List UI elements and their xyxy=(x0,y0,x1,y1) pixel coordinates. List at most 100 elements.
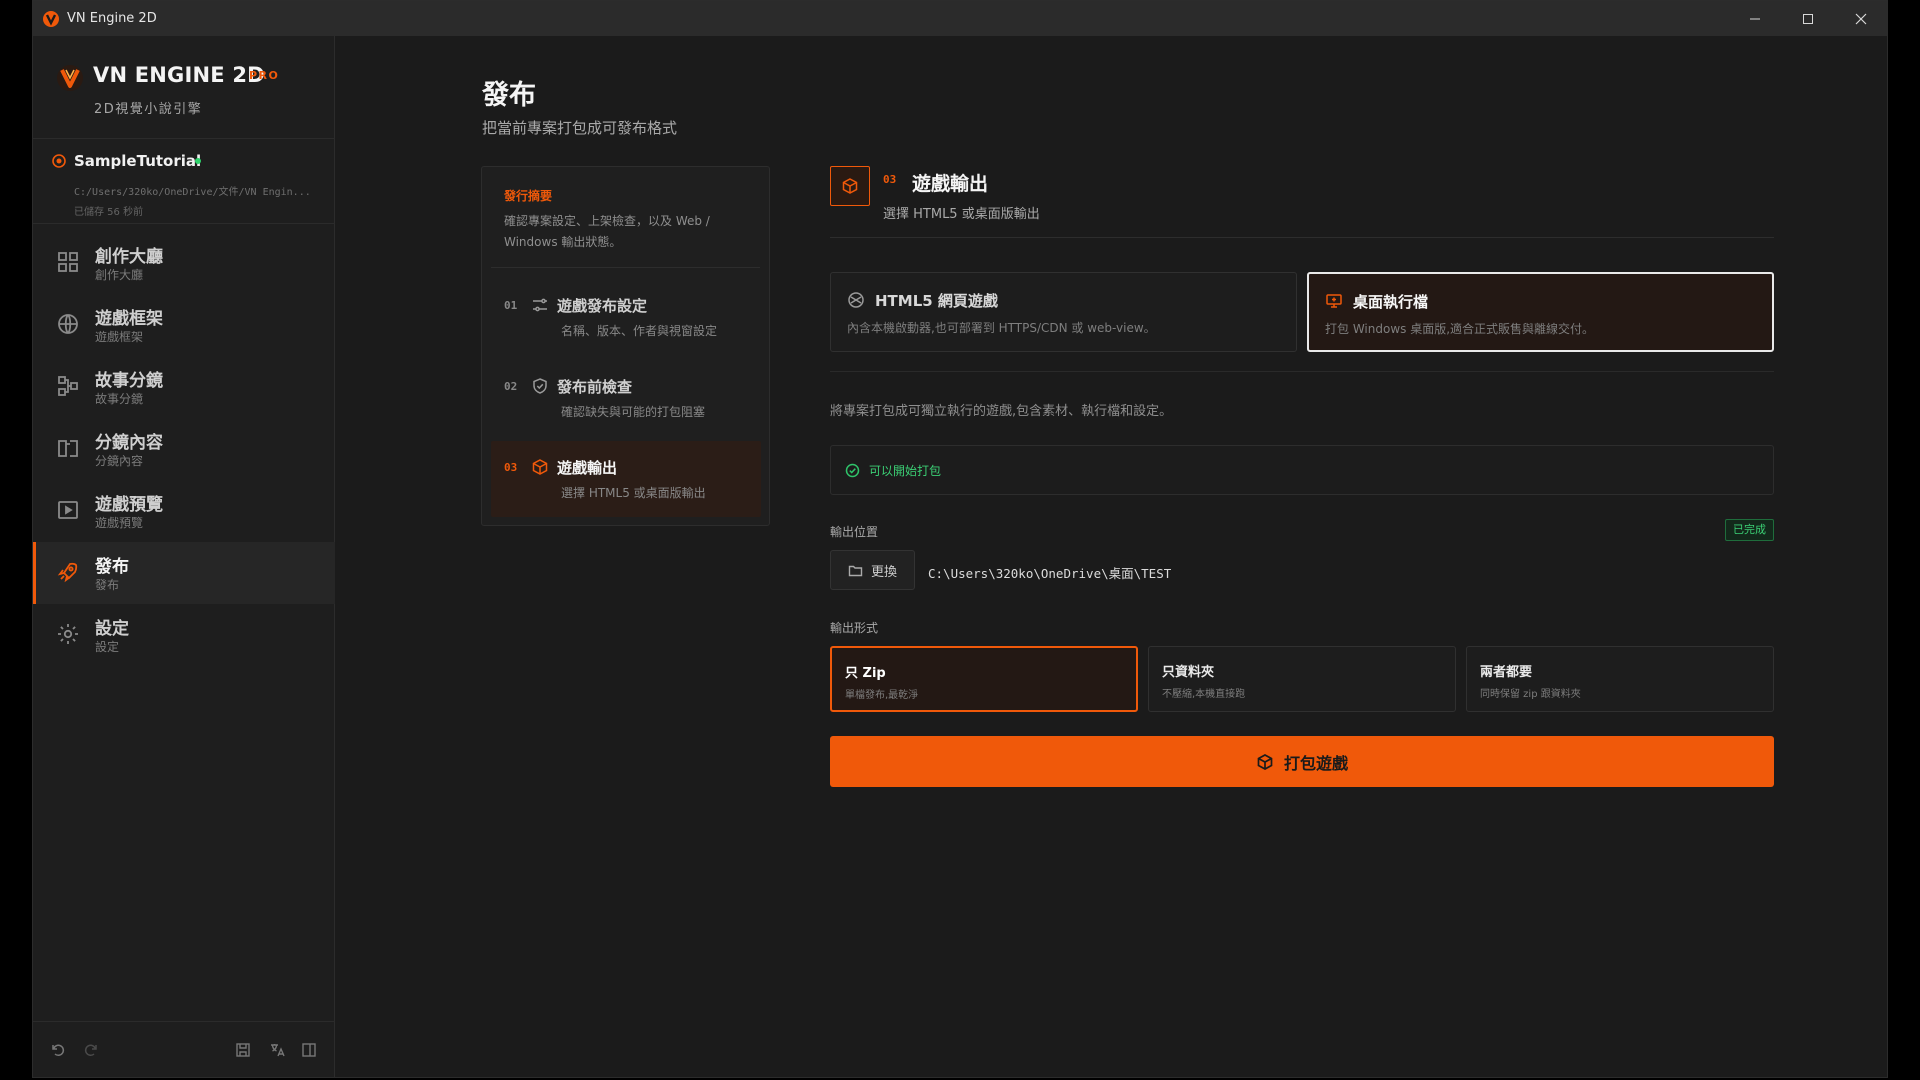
step-title: 遊戲發布設定 xyxy=(557,297,648,315)
step-number: 02 xyxy=(504,380,518,393)
main-content: 發布 把當前專案打包成可發布格式 發行摘要 確認專案設定、上架檢查，以及 Web… xyxy=(336,36,1887,1077)
sidebar-item-settings[interactable]: 設定 設定 xyxy=(33,604,335,666)
save-icon[interactable] xyxy=(235,1042,251,1058)
target-title: HTML5 網頁遊戲 xyxy=(875,292,998,310)
target-description: 打包 Windows 桌面版,適合正式販售與離線交付。 xyxy=(1325,322,1595,336)
sidebar-item-sublabel: 發布 xyxy=(95,578,120,592)
web-icon xyxy=(848,292,864,308)
redo-icon[interactable] xyxy=(83,1042,99,1058)
target-desktop[interactable]: 桌面執行檔 打包 Windows 桌面版,適合正式販售與離線交付。 xyxy=(1307,272,1774,352)
pro-badge: PRO xyxy=(249,69,280,82)
project-name: SampleTutorial xyxy=(74,152,202,170)
folder-icon xyxy=(848,565,863,576)
page-title: 發布 xyxy=(482,80,536,111)
sidebar: VN ENGINE 2D PRO 2D視覺小說引擎 SampleTutorial… xyxy=(33,36,335,1077)
step-description: 選擇 HTML5 或桌面版輸出 xyxy=(561,486,706,500)
step-title: 遊戲輸出 xyxy=(557,459,618,477)
sidebar-item-sublabel: 遊戲預覽 xyxy=(95,516,144,530)
summary-description: 確認專案設定、上架檢查，以及 Web / Windows 輸出狀態。 xyxy=(504,214,710,249)
sidebar-item-scene-content[interactable]: 分鏡內容 分鏡內容 xyxy=(33,418,335,480)
publish-steps-panel: 發行摘要 確認專案設定、上架檢查，以及 Web / Windows 輸出狀態。 … xyxy=(481,166,770,526)
close-button[interactable] xyxy=(1834,1,1887,36)
project-path: C:/Users/320ko/OneDrive/文件/VN Engin... xyxy=(74,187,311,198)
step-title: 發布前檢查 xyxy=(557,378,633,396)
change-button-label: 更換 xyxy=(870,564,897,580)
format-description: 同時保留 zip 跟資料夾 xyxy=(1480,689,1581,700)
format-title: 兩者都要 xyxy=(1480,665,1533,680)
close-icon xyxy=(1855,13,1866,24)
check-circle-icon xyxy=(845,463,860,478)
pack-button-label: 打包遊戲 xyxy=(1283,753,1348,773)
sidebar-item-label: 遊戲框架 xyxy=(95,309,163,329)
sidebar-item-dashboard[interactable]: 創作大廳 創作大廳 xyxy=(33,232,335,294)
output-path: C:\Users\320ko\OneDrive\桌面\TEST xyxy=(928,566,1172,581)
sidebar-footer xyxy=(33,1021,335,1077)
target-html5[interactable]: HTML5 網頁遊戲 內含本機啟動器,也可部署到 HTTPS/CDN 或 web… xyxy=(830,272,1297,352)
format-option-zip[interactable]: 只 Zip 單檔發布,最乾淨 xyxy=(830,646,1138,712)
sidebar-item-sublabel: 設定 xyxy=(95,640,120,654)
status-badge: 已完成 xyxy=(1725,519,1774,541)
sidebar-item-label: 遊戲預覽 xyxy=(95,495,163,515)
sidebar-item-sublabel: 故事分鏡 xyxy=(95,392,144,406)
sidebar-item-framework[interactable]: 遊戲框架 遊戲框架 xyxy=(33,294,335,356)
title-bar: VN Engine 2D xyxy=(33,1,1887,36)
brand-name: VN ENGINE 2D xyxy=(93,63,265,87)
step-description: 確認缺失與可能的打包阻塞 xyxy=(561,405,706,419)
format-option-folder[interactable]: 只資料夾 不壓縮,本機直接跑 xyxy=(1148,646,1456,712)
sidebar-item-preview[interactable]: 遊戲預覽 遊戲預覽 xyxy=(33,480,335,542)
sidebar-nav: 創作大廳 創作大廳 遊戲框架 遊戲框架 故事分鏡 故事分鏡 分鏡內容 分鏡內容 … xyxy=(33,232,335,666)
sidebar-item-publish[interactable]: 發布 發布 xyxy=(33,542,335,604)
step-description: 名稱、版本、作者與視窗設定 xyxy=(561,324,718,338)
summary-title: 發行摘要 xyxy=(504,189,553,203)
divider xyxy=(491,267,760,268)
step-game-output[interactable]: 03 遊戲輸出 選擇 HTML5 或桌面版輸出 xyxy=(491,441,761,517)
format-title: 只 Zip xyxy=(845,666,886,681)
output-format-label: 輸出形式 xyxy=(830,621,879,635)
desktop-icon xyxy=(1326,294,1342,308)
maximize-icon xyxy=(1802,13,1813,24)
project-saved-status: 已儲存 56 秒前 xyxy=(74,207,144,218)
step-publish-settings[interactable]: 01 遊戲發布設定 名稱、版本、作者與視窗設定 xyxy=(491,279,761,355)
section-subtitle: 選擇 HTML5 或桌面版輸出 xyxy=(883,207,1040,222)
target-title: 桌面執行檔 xyxy=(1353,293,1429,311)
sliders-icon xyxy=(533,298,547,312)
minimize-icon xyxy=(1749,18,1760,19)
sidebar-item-label: 故事分鏡 xyxy=(95,371,163,391)
globe-icon xyxy=(58,314,78,334)
project-status-dot xyxy=(195,158,201,164)
app-window: VN Engine 2D VN ENGINE 2D PRO 2D視覺小說引擎 S… xyxy=(32,0,1888,1078)
minimize-button[interactable] xyxy=(1728,1,1781,36)
book-icon xyxy=(58,440,78,457)
app-logo-icon xyxy=(43,10,59,27)
divider xyxy=(830,237,1774,238)
brand-header: VN ENGINE 2D PRO 2D視覺小說引擎 xyxy=(33,36,335,139)
section-title: 遊戲輸出 xyxy=(912,173,989,195)
panel-toggle-icon[interactable] xyxy=(301,1042,317,1058)
target-description: 內含本機啟動器,也可部署到 HTTPS/CDN 或 web-view。 xyxy=(847,321,1156,335)
sidebar-item-label: 發布 xyxy=(95,557,129,577)
dashboard-icon xyxy=(58,252,78,272)
step-number: 01 xyxy=(504,299,518,312)
sidebar-item-label: 設定 xyxy=(95,619,129,639)
step-precheck[interactable]: 02 發布前檢查 確認缺失與可能的打包阻塞 xyxy=(491,360,761,436)
brand-subtitle: 2D視覺小說引擎 xyxy=(94,102,203,117)
translate-icon[interactable] xyxy=(269,1042,285,1058)
sidebar-item-label: 分鏡內容 xyxy=(95,433,163,453)
ready-status: 可以開始打包 xyxy=(830,445,1774,495)
sidebar-item-sublabel: 分鏡內容 xyxy=(95,454,144,468)
change-location-button[interactable]: 更換 xyxy=(830,550,915,590)
format-description: 單檔發布,最乾淨 xyxy=(845,690,919,701)
package-icon xyxy=(1257,753,1273,770)
step-number: 03 xyxy=(504,461,518,474)
sidebar-item-storyboard[interactable]: 故事分鏡 故事分鏡 xyxy=(33,356,335,418)
page-subtitle: 把當前專案打包成可發布格式 xyxy=(482,119,678,137)
divider xyxy=(830,371,1774,372)
maximize-button[interactable] xyxy=(1781,1,1834,36)
rocket-icon xyxy=(57,562,78,583)
project-card[interactable]: SampleTutorial C:/Users/320ko/OneDrive/文… xyxy=(33,140,335,224)
undo-icon[interactable] xyxy=(50,1042,66,1058)
format-option-both[interactable]: 兩者都要 同時保留 zip 跟資料夾 xyxy=(1466,646,1774,712)
flow-icon xyxy=(58,376,78,396)
pack-game-button[interactable]: 打包遊戲 xyxy=(830,736,1774,787)
section-icon-box xyxy=(830,166,870,206)
